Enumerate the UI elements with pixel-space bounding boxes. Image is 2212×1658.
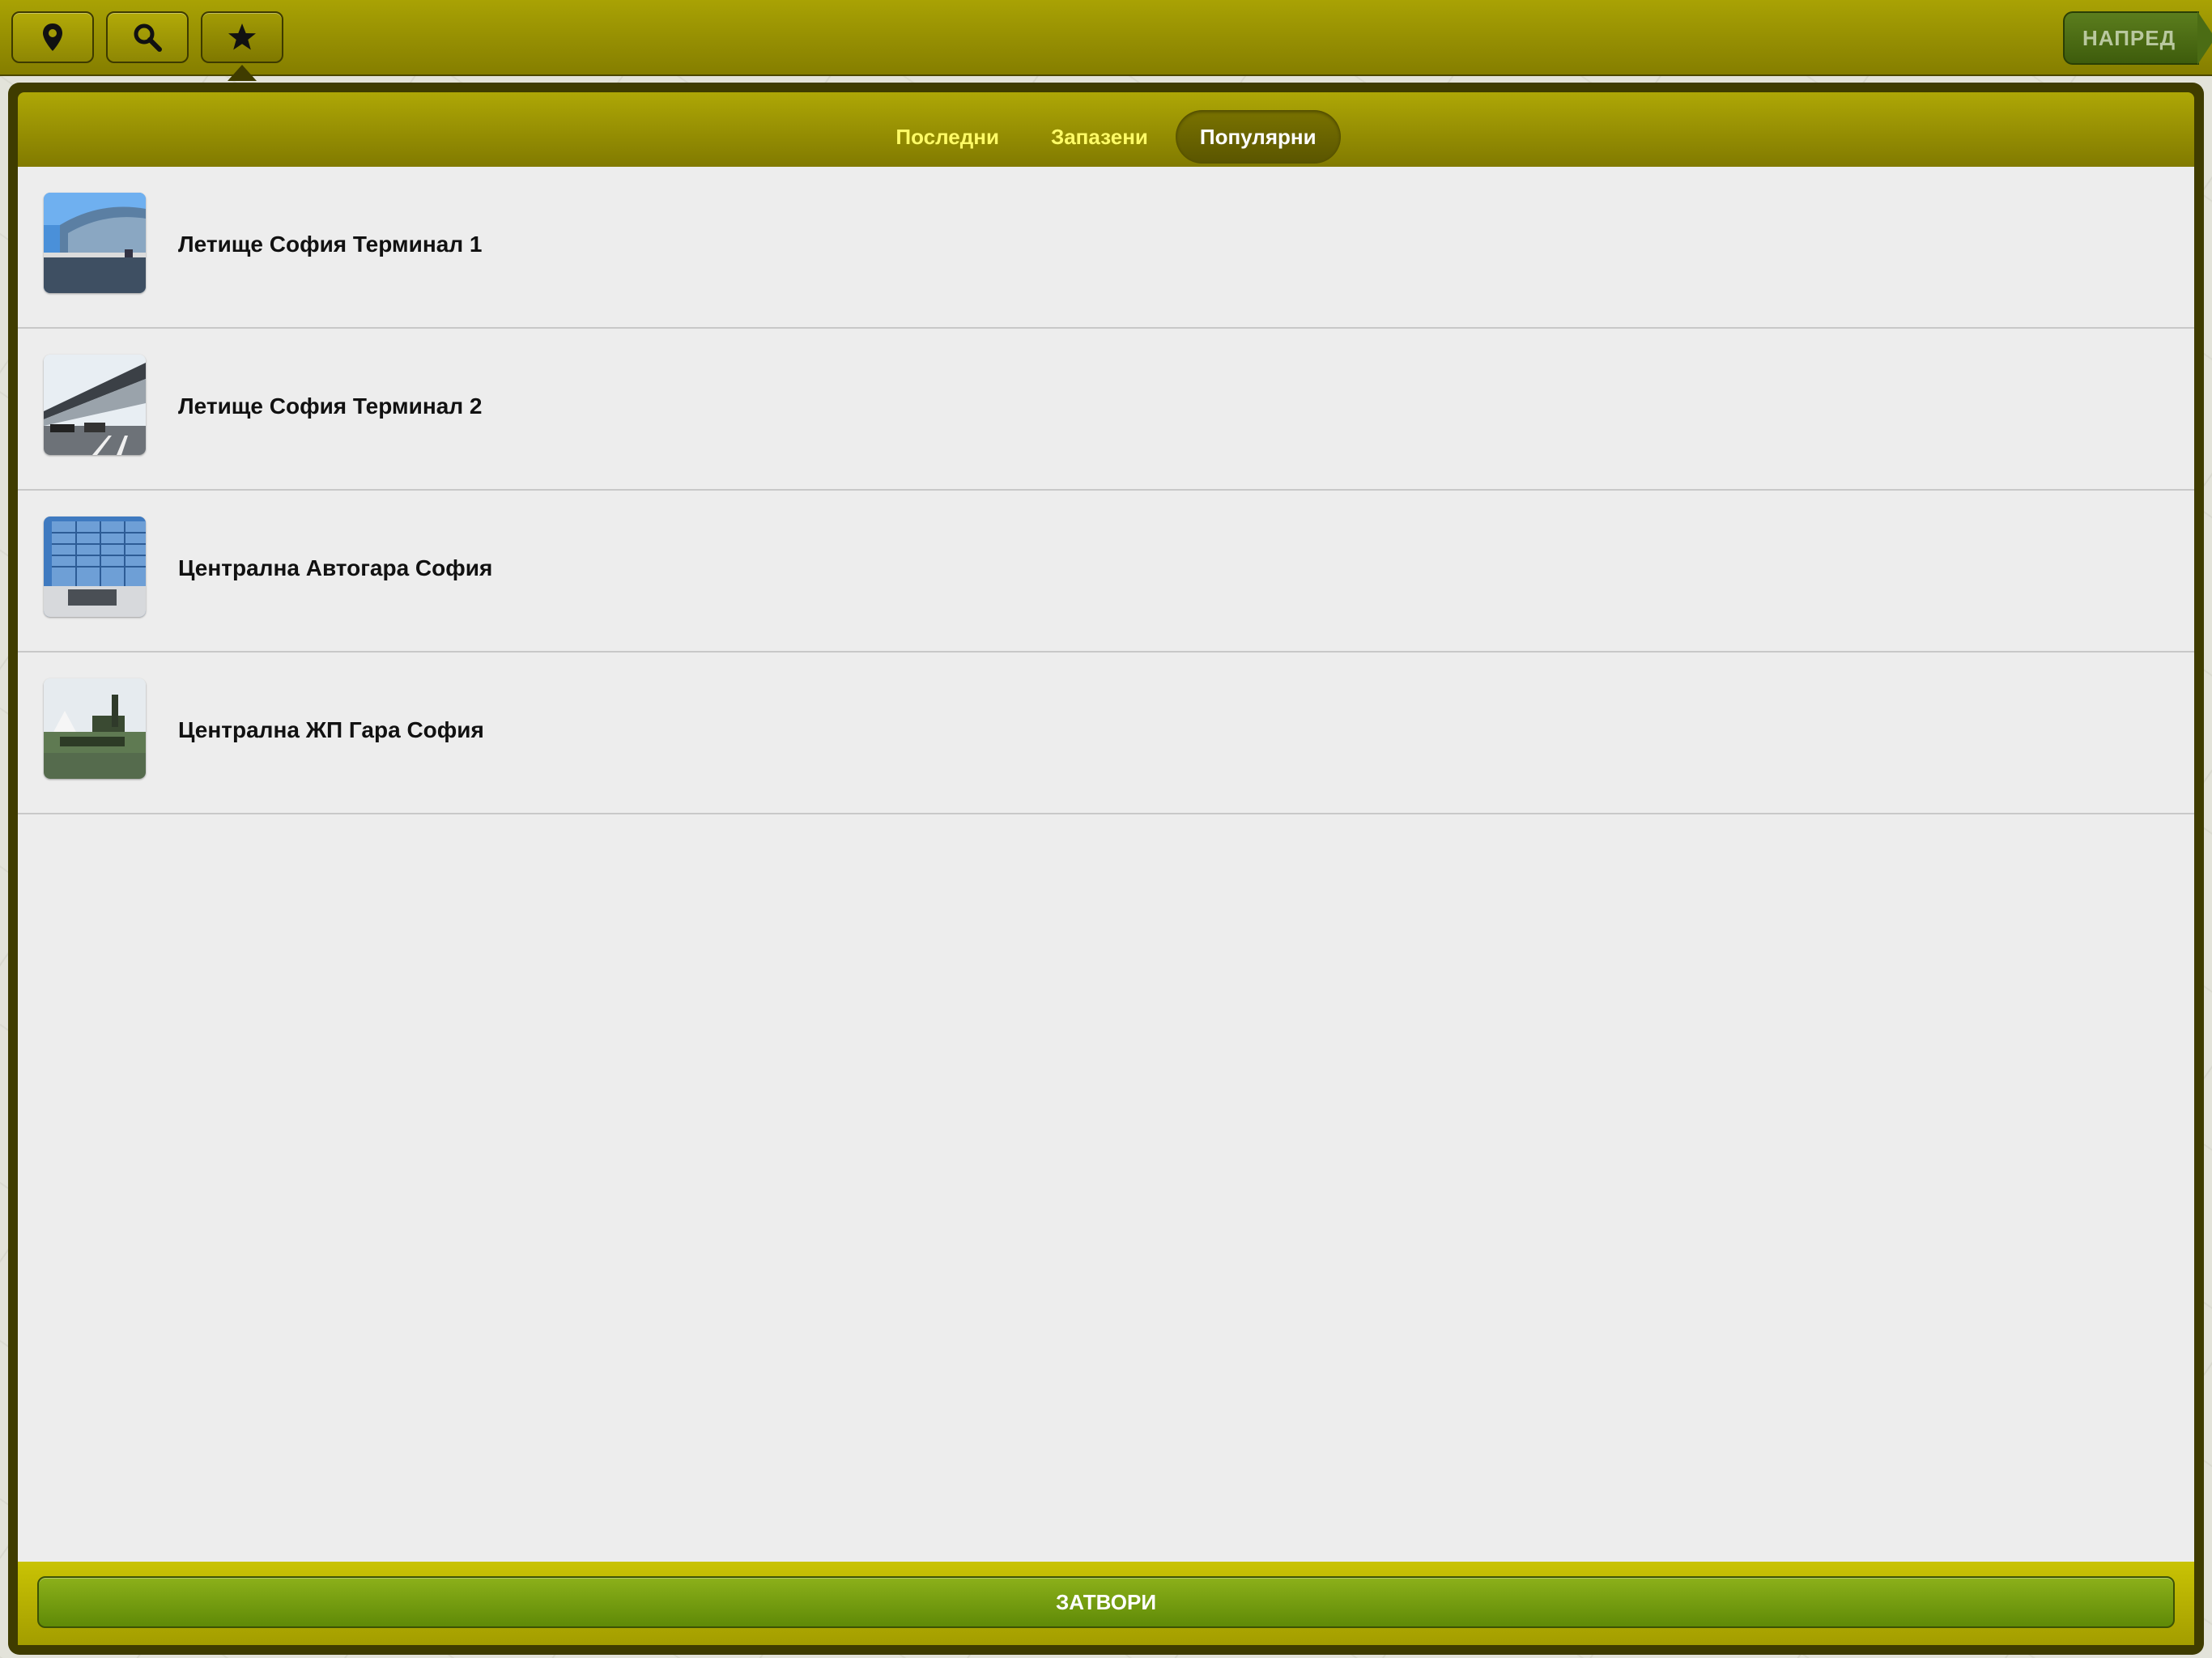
popover-pointer: [228, 65, 257, 81]
place-label: Централна ЖП Гара София: [178, 717, 484, 742]
list-item[interactable]: Летище София Терминал 2: [18, 329, 2194, 491]
star-icon: [228, 23, 256, 50]
list-item[interactable]: Централна ЖП Гара София: [18, 653, 2194, 814]
list-item[interactable]: Централна Автогара София: [18, 491, 2194, 653]
segmented-tabs: Последни Запазени Популярни: [18, 110, 2194, 164]
next-button[interactable]: НАПРЕД: [2063, 11, 2199, 65]
list-item[interactable]: Летище София Терминал 1: [18, 167, 2194, 329]
map-pin-icon: [43, 23, 62, 51]
popover-header: Последни Запазени Популярни: [18, 92, 2194, 168]
place-label: Летище София Терминал 1: [178, 232, 483, 257]
close-button[interactable]: ЗАТВОРИ: [37, 1576, 2175, 1628]
place-thumbnail: [44, 193, 146, 293]
top-toolbar: НАПРЕД: [0, 0, 2212, 81]
favorites-button[interactable]: [201, 11, 283, 63]
search-button[interactable]: [106, 11, 189, 63]
location-button[interactable]: [11, 11, 94, 63]
tab-saved[interactable]: Запазени: [1027, 110, 1172, 164]
place-label: Летище София Терминал 2: [178, 393, 483, 419]
tab-recent[interactable]: Последни: [871, 110, 1023, 164]
search-icon: [134, 23, 162, 52]
place-label: Централна Автогара София: [178, 555, 493, 580]
favorites-popover: Последни Запазени Популярни Летище София…: [8, 83, 2204, 1655]
next-arrow-icon[interactable]: [2197, 11, 2212, 65]
place-thumbnail: [44, 355, 146, 455]
place-thumbnail: [44, 517, 146, 617]
popover-footer: ЗАТВОРИ: [18, 1562, 2194, 1645]
tab-popular[interactable]: Популярни: [1175, 110, 1341, 164]
places-list: Летище София Терминал 1 Летище София Тер…: [18, 167, 2194, 1562]
place-thumbnail: [44, 678, 146, 779]
